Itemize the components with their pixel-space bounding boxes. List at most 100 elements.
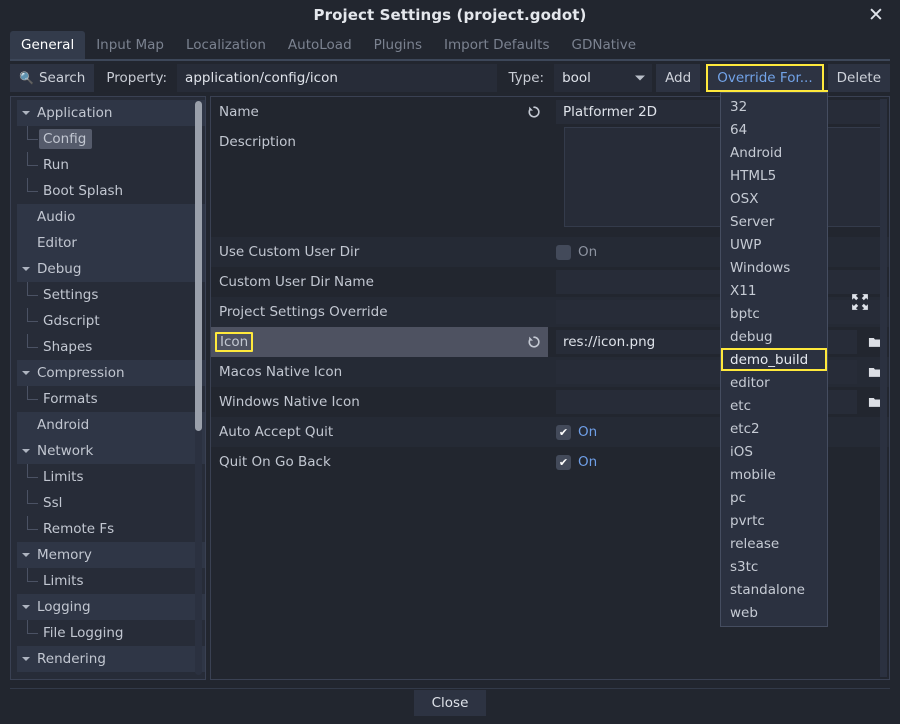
search-icon: 🔍 bbox=[19, 71, 34, 85]
tree-guide-vertical bbox=[27, 152, 28, 165]
property-value-cell: On bbox=[548, 447, 889, 477]
checkbox-toggle[interactable]: On bbox=[556, 454, 597, 470]
chevron-down-icon[interactable] bbox=[19, 445, 32, 458]
sidebar-item-formats[interactable]: Formats bbox=[17, 386, 205, 412]
dropdown-item-html5[interactable]: HTML5 bbox=[721, 164, 827, 187]
sidebar-item-memory[interactable]: Memory bbox=[17, 542, 205, 568]
dropdown-item-uwp[interactable]: UWP bbox=[721, 233, 827, 256]
dropdown-item-etc2[interactable]: etc2 bbox=[721, 417, 827, 440]
add-button[interactable]: Add bbox=[656, 64, 700, 92]
sidebar-item-run[interactable]: Run bbox=[17, 152, 205, 178]
tab-input-map[interactable]: Input Map bbox=[85, 31, 175, 59]
dropdown-item-mobile[interactable]: mobile bbox=[721, 463, 827, 486]
dropdown-item-x11[interactable]: X11 bbox=[721, 279, 827, 302]
sidebar-item-limits[interactable]: Limits bbox=[17, 568, 205, 594]
dropdown-item-demo_build[interactable]: demo_build bbox=[721, 348, 827, 371]
dropdown-item-label: standalone bbox=[730, 582, 805, 598]
tree-guide-horizontal bbox=[27, 139, 38, 140]
settings-category-tree[interactable]: ApplicationConfigRunBoot SplashAudioEdit… bbox=[10, 96, 206, 680]
sidebar-item-network[interactable]: Network bbox=[17, 438, 205, 464]
dropdown-item-web[interactable]: web bbox=[721, 601, 827, 624]
dropdown-item-label: 32 bbox=[730, 99, 747, 115]
dropdown-item-bptc[interactable]: bptc bbox=[721, 302, 827, 325]
expand-icon[interactable] bbox=[851, 293, 869, 311]
property-name-label: Auto Accept Quit bbox=[219, 424, 333, 440]
sidebar-item-file-logging[interactable]: File Logging bbox=[17, 620, 205, 646]
dropdown-item-debug[interactable]: debug bbox=[721, 325, 827, 348]
sidebar-item-android[interactable]: Android bbox=[17, 412, 205, 438]
tab-label: AutoLoad bbox=[288, 37, 352, 53]
type-select[interactable]: bool bbox=[554, 64, 652, 92]
delete-button[interactable]: Delete bbox=[828, 64, 890, 92]
sidebar-item-audio[interactable]: Audio bbox=[17, 204, 205, 230]
tab-general[interactable]: General bbox=[10, 31, 85, 59]
dropdown-item-label: bptc bbox=[730, 306, 760, 322]
dropdown-item-s3tc[interactable]: s3tc bbox=[721, 555, 827, 578]
tab-autoload[interactable]: AutoLoad bbox=[277, 31, 363, 59]
override-feature-dropdown[interactable]: 32 64AndroidHTML5 OSX ServerUWPWindowsX11 bp… bbox=[720, 92, 828, 627]
close-icon[interactable]: ✕ bbox=[864, 3, 888, 27]
dialog-footer: Close bbox=[0, 682, 900, 724]
revert-icon[interactable] bbox=[526, 104, 542, 120]
sidebar-item-gdscript[interactable]: Gdscript bbox=[17, 308, 205, 334]
tab-import-defaults[interactable]: Import Defaults bbox=[433, 31, 560, 59]
chevron-down-icon[interactable] bbox=[19, 367, 32, 380]
dropdown-item-label: OSX bbox=[730, 191, 758, 207]
tab-bar: GeneralInput MapLocalization AutoLoad Plug… bbox=[10, 31, 890, 61]
tab-plugins[interactable]: Plugins bbox=[363, 31, 433, 59]
dropdown-item-android[interactable]: Android bbox=[721, 141, 827, 164]
sidebar-item-logging[interactable]: Logging bbox=[17, 594, 205, 620]
chevron-down-icon[interactable] bbox=[19, 653, 32, 666]
sidebar-scrollbar[interactable] bbox=[195, 101, 202, 675]
dropdown-item-32[interactable]: 32 bbox=[721, 95, 827, 118]
sidebar-item-limits[interactable]: Limits bbox=[17, 464, 205, 490]
sidebar-scrollbar-thumb[interactable] bbox=[195, 101, 202, 431]
sidebar-item-shapes[interactable]: Shapes bbox=[17, 334, 205, 360]
tab-localization[interactable]: Localization bbox=[175, 31, 277, 59]
dropdown-item-pvrtc[interactable]: pvrtc bbox=[721, 509, 827, 532]
sidebar-item-label: Memory bbox=[33, 545, 98, 565]
sidebar-item-rendering[interactable]: Rendering bbox=[17, 646, 205, 672]
dropdown-item-editor[interactable]: editor bbox=[721, 371, 827, 394]
dropdown-item-standalone[interactable]: standalone bbox=[721, 578, 827, 601]
dropdown-item-windows[interactable]: Windows bbox=[721, 256, 827, 279]
override-for-button-label: Override For... bbox=[717, 70, 812, 86]
dropdown-item-etc[interactable]: etc bbox=[721, 394, 827, 417]
sidebar-item-editor[interactable]: Editor bbox=[17, 230, 205, 256]
chevron-down-icon[interactable] bbox=[19, 263, 32, 276]
chevron-down-icon[interactable] bbox=[19, 107, 32, 120]
sidebar-item-config[interactable]: Config bbox=[17, 126, 205, 152]
tree-guide-vertical bbox=[27, 490, 28, 503]
checkbox-unchecked-icon bbox=[556, 245, 571, 260]
checkbox-toggle[interactable]: On bbox=[556, 424, 597, 440]
property-name-cell: Windows Native Icon bbox=[211, 387, 548, 417]
dropdown-item-release[interactable]: release bbox=[721, 532, 827, 555]
override-for-button[interactable]: Override For... bbox=[706, 64, 823, 92]
dropdown-item-osx[interactable]: OSX bbox=[721, 187, 827, 210]
property-value-cell bbox=[548, 297, 889, 327]
dropdown-item-ios[interactable]: iOS bbox=[721, 440, 827, 463]
tab-gdnative[interactable]: GDNative bbox=[560, 31, 647, 59]
property-input[interactable] bbox=[177, 64, 496, 92]
tab-label: Import Defaults bbox=[444, 37, 549, 53]
sidebar-item-debug[interactable]: Debug bbox=[17, 256, 205, 282]
chevron-down-icon[interactable] bbox=[19, 601, 32, 614]
dropdown-item-pc[interactable]: pc bbox=[721, 486, 827, 509]
chevron-down-icon[interactable] bbox=[19, 549, 32, 562]
sidebar-item-ssl[interactable]: Ssl bbox=[17, 490, 205, 516]
sidebar-item-remote-fs[interactable]: Remote Fs bbox=[17, 516, 205, 542]
sidebar-item-application[interactable]: Application bbox=[17, 100, 205, 126]
revert-icon[interactable] bbox=[526, 334, 542, 350]
sidebar-item-settings[interactable]: Settings bbox=[17, 282, 205, 308]
sidebar-item-compression[interactable]: Compression bbox=[17, 360, 205, 386]
dropdown-item-label: mobile bbox=[730, 467, 776, 483]
checkbox-toggle[interactable]: On bbox=[556, 244, 597, 260]
dropdown-item-server[interactable]: Server bbox=[721, 210, 827, 233]
close-button[interactable]: Close bbox=[414, 690, 487, 716]
properties-scrollbar[interactable] bbox=[880, 99, 887, 677]
property-name-cell: Auto Accept Quit bbox=[211, 417, 548, 447]
tree-guide-horizontal bbox=[27, 477, 38, 478]
search-button[interactable]: 🔍 Search bbox=[10, 64, 94, 92]
sidebar-item-boot-splash[interactable]: Boot Splash bbox=[17, 178, 205, 204]
dropdown-item-64[interactable]: 64 bbox=[721, 118, 827, 141]
